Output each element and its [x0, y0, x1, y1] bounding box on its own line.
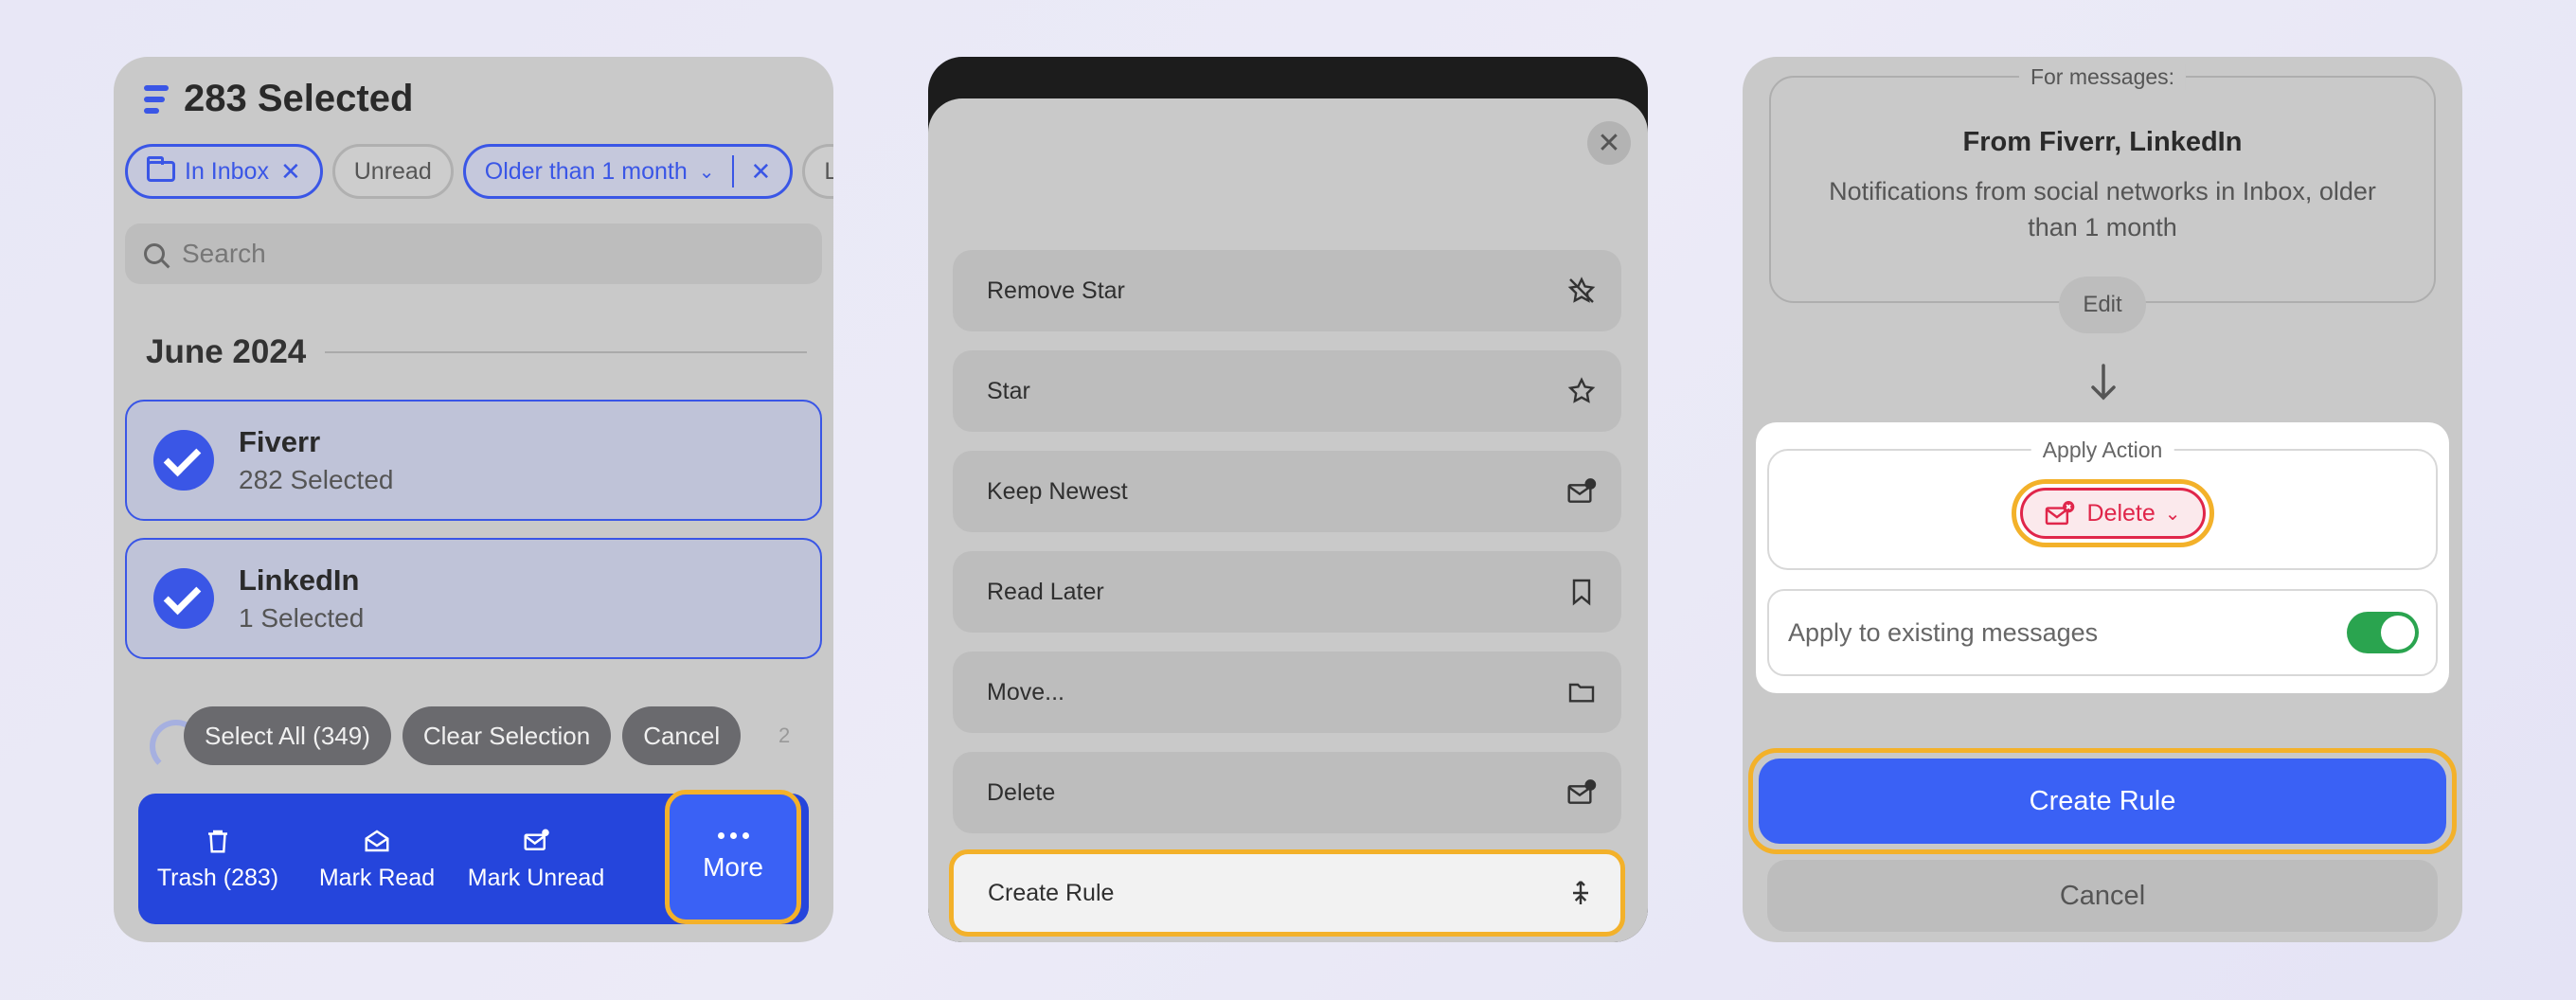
chip-unread-label: Unread [353, 157, 432, 185]
sender-name: LinkedIn [239, 563, 360, 597]
sender-group[interactable]: Fiverr 282 Selected [125, 400, 822, 521]
apply-action-box: Apply Action Delete ⌄ [1767, 438, 2438, 570]
checkmark-icon[interactable] [153, 568, 214, 629]
more-button[interactable]: More [665, 790, 801, 924]
close-icon: ✕ [1597, 127, 1621, 159]
menu-item-label: Move... [987, 678, 1064, 705]
more-actions-panel: ✕ Remove Star Star Keep Newest Read Late… [928, 57, 1648, 942]
create-rule-panel: For messages: From Fiverr, LinkedIn Noti… [1743, 57, 2462, 942]
selection-header: 283 Selected [144, 78, 413, 120]
section-header: June 2024 [146, 333, 807, 371]
apply-action-legend: Apply Action [2030, 438, 2174, 463]
mark-read-label: Mark Read [318, 864, 436, 891]
bookmark-icon [1572, 579, 1591, 606]
trash-icon [208, 830, 227, 852]
folder-icon [1568, 683, 1595, 703]
chip-older-label: Older than 1 month [484, 157, 688, 185]
apply-existing-row: Apply to existing messages [1767, 589, 2438, 676]
close-icon[interactable]: ✕ [280, 157, 301, 187]
edit-button[interactable]: Edit [2059, 277, 2146, 333]
star-slash-icon [1567, 277, 1596, 303]
menu-item-star[interactable]: Star [953, 350, 1621, 432]
sender-name: Fiverr [239, 425, 321, 458]
trash-label: Trash (283) [156, 864, 279, 891]
chip-unread[interactable]: Unread [331, 144, 454, 199]
menu-item-delete[interactable]: Delete [953, 752, 1621, 833]
menu-item-label: Remove Star [987, 277, 1125, 304]
menu-item-label: Keep Newest [987, 477, 1128, 505]
delete-action-inner: Delete ⌄ [2020, 488, 2206, 539]
section-label: June 2024 [146, 333, 307, 370]
create-rule-label: Create Rule [1759, 759, 2446, 844]
sender-count: 282 Selected [239, 465, 394, 494]
chip-in-inbox[interactable]: In Inbox ✕ [125, 144, 323, 199]
cancel-button[interactable]: Cancel [622, 706, 742, 765]
select-all-button[interactable]: Select All (349) [184, 706, 391, 765]
menu-item-create-rule[interactable]: Create Rule [949, 849, 1625, 937]
folder-icon [147, 156, 175, 182]
rule-icon [1573, 881, 1588, 904]
mark-read-button[interactable]: Mark Read [297, 794, 456, 924]
mail-clock-icon [1567, 478, 1597, 503]
chip-partial[interactable]: L [802, 144, 833, 199]
clear-selection-button[interactable]: Clear Selection [402, 706, 612, 765]
chip-divider [731, 155, 734, 188]
mark-unread-label: Mark Unread [467, 864, 605, 891]
delete-label: Delete [2086, 499, 2156, 527]
search-bar[interactable] [125, 223, 822, 284]
search-icon [144, 243, 165, 264]
trash-button[interactable]: Trash (283) [138, 794, 297, 924]
list-icon[interactable] [144, 84, 170, 114]
action-toolbar: Trash (283) Mark Read Mark Unread More [138, 790, 809, 924]
menu-item-read-later[interactable]: Read Later [953, 551, 1621, 633]
search-input[interactable] [180, 238, 752, 270]
criteria-description: Notifications from social networks in In… [1829, 177, 2376, 241]
criteria-title: From Fiverr, LinkedIn [1962, 127, 2243, 157]
mail-x-icon [2046, 501, 2075, 526]
rule-criteria: For messages: From Fiverr, LinkedIn Noti… [1769, 64, 2436, 303]
filter-chips: In Inbox ✕ Unread Older than 1 month ⌄ ✕… [125, 144, 833, 199]
action-card: Apply Action Delete ⌄ Apply to existing … [1756, 422, 2449, 693]
create-rule-button[interactable]: Create Rule [1748, 748, 2457, 854]
star-icon [1567, 377, 1596, 403]
chip-older-than[interactable]: Older than 1 month ⌄ ✕ [462, 144, 794, 199]
partial-count: 2 [778, 723, 791, 747]
menu-item-label: Read Later [987, 578, 1104, 605]
envelope-open-icon [365, 829, 389, 851]
ellipsis-icon [717, 831, 749, 839]
chip-in-inbox-label: In Inbox [185, 157, 269, 185]
cancel-button[interactable]: Cancel [1767, 860, 2438, 932]
chip-partial-label: L [824, 157, 833, 185]
sender-count: 1 Selected [239, 603, 365, 633]
apply-existing-toggle[interactable] [2347, 612, 2419, 653]
menu-item-keep-newest[interactable]: Keep Newest [953, 451, 1621, 532]
chevron-down-icon: ⌄ [2164, 503, 2181, 525]
menu-item-label: Star [987, 377, 1030, 404]
checkmark-icon[interactable] [153, 430, 214, 491]
chevron-down-icon[interactable]: ⌄ [699, 160, 715, 184]
close-icon[interactable]: ✕ [751, 157, 772, 187]
menu-item-label: Create Rule [988, 879, 1115, 906]
divider [325, 351, 807, 353]
envelope-dot-icon [524, 829, 549, 850]
delete-action-button[interactable]: Delete ⌄ [2012, 479, 2214, 547]
action-sheet: ✕ Remove Star Star Keep Newest Read Late… [928, 98, 1648, 942]
selection-panel: 283 Selected In Inbox ✕ Unread Older tha… [114, 57, 833, 942]
arrow-down-icon [2091, 364, 2116, 401]
criteria-legend: For messages: [2018, 64, 2187, 90]
menu-item-move[interactable]: Move... [953, 652, 1621, 733]
selection-actions: Select All (349) Clear Selection Cancel [184, 706, 742, 765]
mark-unread-button[interactable]: Mark Unread [456, 794, 616, 924]
menu-item-remove-star[interactable]: Remove Star [953, 250, 1621, 331]
selection-title: 283 Selected [184, 78, 414, 119]
menu-item-label: Delete [987, 778, 1056, 806]
mail-x-icon [1567, 779, 1597, 804]
apply-existing-label: Apply to existing messages [1788, 617, 2099, 647]
sender-group[interactable]: LinkedIn 1 Selected [125, 538, 822, 659]
close-button[interactable]: ✕ [1587, 121, 1631, 165]
more-label: More [703, 851, 763, 882]
